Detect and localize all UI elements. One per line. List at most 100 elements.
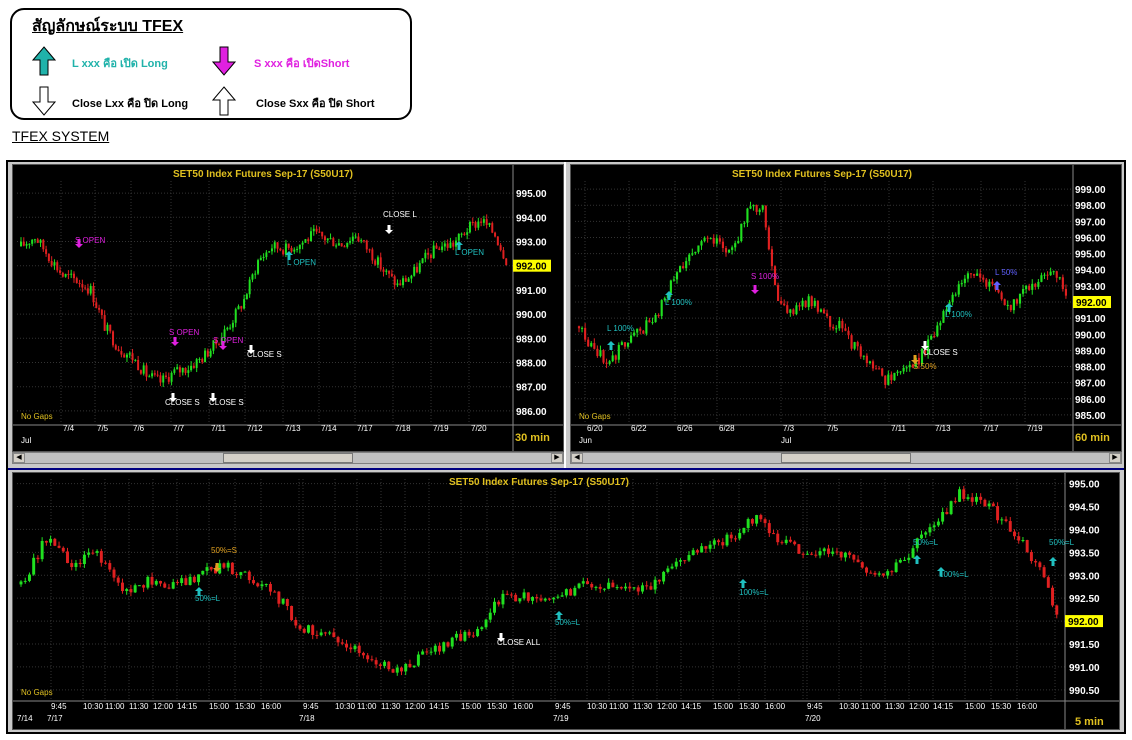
x-tick-label: 9:45 xyxy=(303,702,319,711)
candle-body xyxy=(222,563,226,568)
candle-body xyxy=(245,294,248,300)
x-tick-label: 10:30 xyxy=(587,702,608,711)
candle-body xyxy=(865,567,869,573)
scroll-right-icon[interactable]: ▶ xyxy=(551,453,563,463)
candle-body xyxy=(502,250,505,259)
y-tick-label: 991.00 xyxy=(516,286,547,297)
candle-body xyxy=(838,320,841,329)
candle-body xyxy=(95,302,98,308)
chart-pane-5min[interactable]: SET50 Index Futures Sep-17 (S50U17) 995.0… xyxy=(12,472,1120,730)
candle-body xyxy=(418,263,421,273)
candle-body xyxy=(966,273,970,279)
candle-body xyxy=(36,557,40,560)
legend-box: สัญลักษณ์ระบบ TFEX L xxx คือ เปิด Long S… xyxy=(10,8,412,120)
candle-body xyxy=(894,562,898,572)
candle-body xyxy=(649,586,653,590)
candle-body xyxy=(351,236,354,241)
candle-body xyxy=(596,348,599,357)
x-tick-label: 15:00 xyxy=(209,702,230,711)
candle-body xyxy=(657,579,661,582)
candle-body xyxy=(25,244,28,246)
candle-body xyxy=(763,519,767,524)
candle-body xyxy=(945,511,949,515)
candle-body xyxy=(890,374,893,381)
candle-body xyxy=(311,625,315,635)
candle-body xyxy=(484,619,488,628)
candle-body xyxy=(285,599,289,606)
scroll-left-icon[interactable]: ◀ xyxy=(13,453,25,463)
annotation-label: L 100% xyxy=(607,324,634,333)
annotation-label: 100%=L xyxy=(939,570,969,579)
candle-body xyxy=(1031,283,1034,290)
scroll-left-icon[interactable]: ◀ xyxy=(571,453,583,463)
x-tick-label: 15:00 xyxy=(461,702,482,711)
candle-body xyxy=(446,243,449,248)
chart-title: SET50 Index Futures Sep-17 (S50U17) xyxy=(173,169,353,180)
x-tick-label: 7/19 xyxy=(1027,424,1043,433)
timeframe-label: 60 min xyxy=(1075,432,1110,444)
candle-body xyxy=(662,571,666,582)
candle-body xyxy=(175,582,179,584)
x-tick-label: 15:00 xyxy=(713,702,734,711)
scroll-right-icon[interactable]: ▶ xyxy=(1109,453,1121,463)
candle-body xyxy=(463,233,466,235)
candle-body xyxy=(717,540,721,543)
candle-body xyxy=(64,274,67,277)
x-tick-label: 9:45 xyxy=(555,702,571,711)
x-tick-label: 10:30 xyxy=(83,702,104,711)
candle-body xyxy=(847,330,850,336)
candle-body xyxy=(896,371,899,373)
candle-body xyxy=(425,651,429,653)
candle-body xyxy=(764,205,767,228)
candle-body xyxy=(424,252,427,259)
candle-body xyxy=(1008,521,1012,532)
x-month-label: Jul xyxy=(21,436,31,445)
candle-body xyxy=(247,571,251,581)
x-tick-label: 10:30 xyxy=(839,702,860,711)
chart-title: SET50 Index Futures Sep-17 (S50U17) xyxy=(732,169,912,180)
candle-body xyxy=(117,349,120,352)
candle-body xyxy=(928,527,932,533)
scrollbar-60min[interactable]: ◀ ▶ xyxy=(570,452,1122,464)
candle-body xyxy=(697,245,700,252)
chart-pane-60min[interactable]: SET50 Index Futures Sep-17 (S50U17) 999.0… xyxy=(570,164,1122,452)
candle-body xyxy=(682,266,685,269)
candle-body xyxy=(56,262,59,271)
candle-body xyxy=(315,228,318,232)
x-tick-label: 9:45 xyxy=(807,702,823,711)
candle-body xyxy=(1017,536,1021,541)
x-tick-label: 15:30 xyxy=(991,702,1012,711)
candle-body xyxy=(374,660,378,665)
x-tick-label: 14:15 xyxy=(933,702,954,711)
candle-body xyxy=(99,551,103,563)
candle-body xyxy=(930,335,933,340)
scroll-thumb[interactable] xyxy=(223,453,353,463)
candle-body xyxy=(404,278,407,282)
candle-body xyxy=(205,567,209,571)
candle-body xyxy=(1018,293,1022,304)
chart-pane-30min[interactable]: SET50 Index Futures Sep-17 (S50U17) 995.0… xyxy=(12,164,564,452)
candle-body xyxy=(547,598,551,600)
candle-body xyxy=(442,642,446,652)
y-tick-label: 993.00 xyxy=(1075,282,1106,293)
candle-body xyxy=(404,663,408,672)
candle-body xyxy=(941,511,945,522)
candle-body xyxy=(59,270,62,273)
scrollbar-30min[interactable]: ◀ ▶ xyxy=(12,452,564,464)
candle-body xyxy=(877,573,881,575)
candle-body xyxy=(758,209,761,212)
candle-body xyxy=(733,538,737,540)
candle-body xyxy=(976,273,979,276)
annotation-label: CLOSE S xyxy=(247,350,282,359)
x-tick-label: 7/18 xyxy=(395,424,411,433)
candle-body xyxy=(902,367,905,372)
candle-body xyxy=(871,361,875,369)
candle-body xyxy=(645,320,648,334)
no-gaps-label: No Gaps xyxy=(21,412,53,421)
annotation-label: S OPEN xyxy=(213,336,243,345)
scroll-thumb[interactable] xyxy=(781,453,911,463)
candle-body xyxy=(1046,274,1049,276)
white-down-arrow-icon xyxy=(32,86,56,116)
candle-body xyxy=(468,221,471,233)
y-tick-label: 993.00 xyxy=(1069,571,1100,582)
